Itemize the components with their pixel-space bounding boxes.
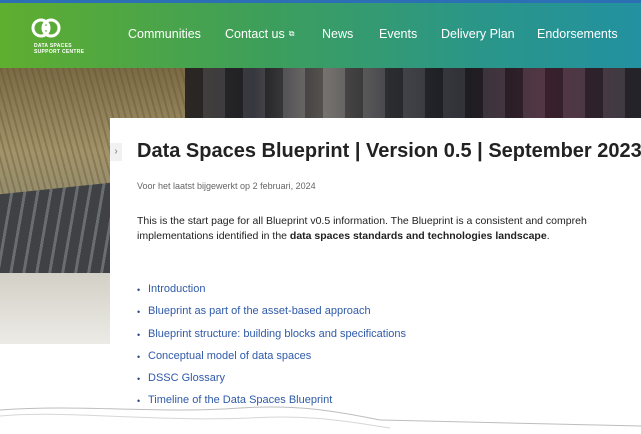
content-card bbox=[110, 118, 641, 434]
landscape-link[interactable]: data spaces standards and technologies l… bbox=[290, 230, 547, 242]
bullet-icon: • bbox=[137, 307, 141, 318]
intro-paragraph: This is the start page for all Blueprint… bbox=[137, 214, 641, 244]
hero-ground bbox=[0, 273, 120, 344]
page-title: Data Spaces Blueprint | Version 0.5 | Se… bbox=[137, 140, 641, 162]
nav-delivery-plan-label: Delivery Plan bbox=[441, 27, 515, 41]
link-timeline[interactable]: Timeline of the Data Spaces Blueprint bbox=[148, 394, 332, 406]
intro-line-1: This is the start page for all Blueprint… bbox=[137, 215, 587, 227]
link-dssc-glossary[interactable]: DSSC Glossary bbox=[148, 372, 225, 384]
nav-communities[interactable]: Communities bbox=[128, 27, 201, 41]
nav-news[interactable]: News bbox=[322, 27, 353, 41]
nav-news-label: News bbox=[322, 27, 354, 41]
link-conceptual-model[interactable]: Conceptual model of data spaces bbox=[148, 350, 311, 362]
external-link-icon: ⧉ bbox=[288, 29, 295, 38]
intro-line-2-suffix: . bbox=[546, 230, 550, 242]
bullet-icon: • bbox=[137, 396, 141, 407]
link-introduction[interactable]: Introduction bbox=[148, 283, 205, 295]
nav-events[interactable]: Events bbox=[379, 27, 417, 41]
logo-text: DATA SPACES SUPPORT CENTRE bbox=[34, 43, 114, 55]
nav-endorsements[interactable]: Endorsements bbox=[537, 27, 618, 41]
logo-text-line2: SUPPORT CENTRE bbox=[34, 49, 85, 55]
nav-contact-us[interactable]: Contact us ⧉ bbox=[225, 27, 294, 41]
link-blueprint-structure[interactable]: Blueprint structure: building blocks and… bbox=[148, 328, 406, 340]
bullet-icon: • bbox=[137, 418, 141, 429]
link-feedback[interactable]: Feedback bbox=[148, 417, 196, 429]
sidebar-toggle-button[interactable]: › bbox=[110, 143, 122, 161]
hero-people bbox=[185, 68, 641, 120]
last-updated-text: Voor het laatst bijgewerkt op 2 februari… bbox=[137, 181, 316, 191]
dssc-logo[interactable]: DATA SPACES SUPPORT CENTRE bbox=[30, 15, 110, 59]
bullet-icon: • bbox=[137, 329, 141, 340]
dssc-logo-icon bbox=[31, 18, 61, 38]
bullet-icon: • bbox=[137, 285, 141, 295]
nav-delivery-plan[interactable]: Delivery Plan bbox=[441, 27, 515, 41]
nav-endorsements-label: Endorsements bbox=[537, 27, 618, 41]
bullet-icon: • bbox=[137, 374, 141, 385]
link-asset-based-approach[interactable]: Blueprint as part of the asset-based app… bbox=[148, 305, 371, 317]
bullet-icon: • bbox=[137, 351, 141, 362]
nav-communities-label: Communities bbox=[128, 27, 201, 41]
intro-line-2: implementations identified in the data s… bbox=[137, 229, 641, 244]
nav-contact-us-label: Contact us bbox=[225, 27, 285, 41]
site-header: DATA SPACES SUPPORT CENTRE Communities C… bbox=[0, 0, 641, 68]
intro-line-2-prefix: implementations identified in the bbox=[137, 230, 290, 242]
nav-events-label: Events bbox=[379, 27, 418, 41]
